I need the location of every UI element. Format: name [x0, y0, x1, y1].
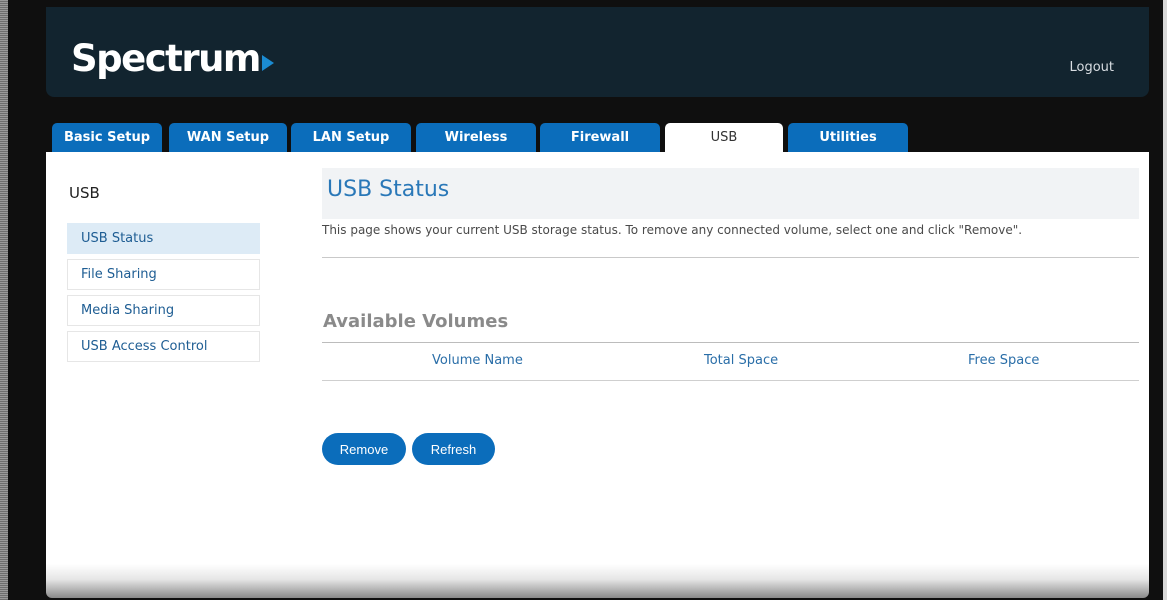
logo-text: Spectrum	[71, 37, 262, 80]
column-header-total-space: Total Space	[704, 353, 779, 368]
tab-wan-setup[interactable]: WAN Setup	[169, 123, 287, 152]
logo-arrow-icon	[262, 54, 274, 71]
remove-button[interactable]: Remove	[322, 433, 406, 465]
tab-wireless[interactable]: Wireless	[416, 123, 536, 152]
table-top-divider	[322, 342, 1139, 343]
content-panel: USB USB Status File Sharing Media Sharin…	[46, 152, 1149, 564]
column-header-free-space: Free Space	[968, 353, 1040, 368]
spectrum-logo: Spectrum	[71, 40, 274, 77]
sidebar-title: USB	[69, 184, 100, 202]
window-edge-right	[1163, 0, 1167, 600]
tab-lan-setup[interactable]: LAN Setup	[291, 123, 411, 152]
tab-firewall[interactable]: Firewall	[540, 123, 660, 152]
refresh-button[interactable]: Refresh	[412, 433, 495, 465]
tab-usb[interactable]: USB	[665, 123, 783, 152]
window-edge-left	[0, 0, 8, 600]
page-title: USB Status	[327, 177, 450, 202]
column-header-volume-name: Volume Name	[432, 353, 523, 368]
tab-basic-setup[interactable]: Basic Setup	[52, 123, 162, 152]
tab-utilities[interactable]: Utilities	[788, 123, 908, 152]
page-title-bar: USB Status	[322, 168, 1139, 219]
sidebar-item-usb-status[interactable]: USB Status	[67, 223, 260, 254]
footer-bar	[46, 564, 1149, 598]
sidebar-item-file-sharing[interactable]: File Sharing	[67, 259, 260, 290]
main-tabs: Basic Setup WAN Setup LAN Setup Wireless…	[46, 123, 1149, 152]
sidebar-item-usb-access-control[interactable]: USB Access Control	[67, 331, 260, 362]
sidebar-item-media-sharing[interactable]: Media Sharing	[67, 295, 260, 326]
divider	[322, 257, 1139, 258]
page-description: This page shows your current USB storage…	[322, 223, 1023, 237]
section-title: Available Volumes	[323, 311, 509, 332]
table-bottom-divider	[322, 380, 1139, 381]
logout-link[interactable]: Logout	[1069, 60, 1114, 75]
header-bar: Spectrum Logout	[46, 7, 1149, 97]
